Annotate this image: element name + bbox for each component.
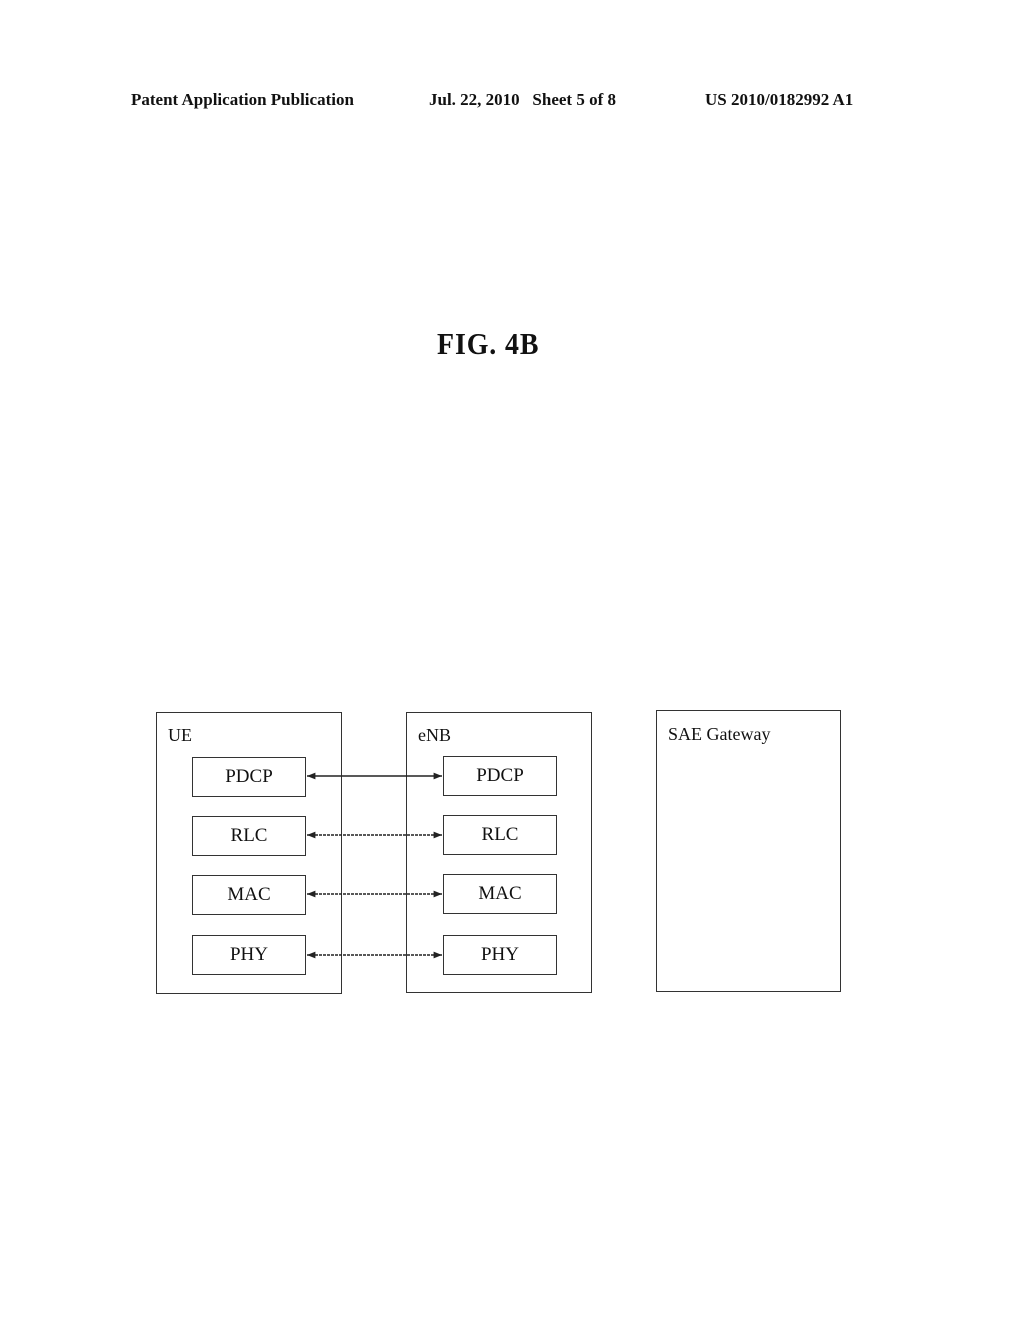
- ue-rlc-layer: RLC: [192, 816, 306, 856]
- ue-pdcp-layer: PDCP: [192, 757, 306, 797]
- enb-pdcp-layer: PDCP: [443, 756, 557, 796]
- enb-rlc-layer: RLC: [443, 815, 557, 855]
- enb-phy-layer: PHY: [443, 935, 557, 975]
- ue-mac-layer: MAC: [192, 875, 306, 915]
- enb-label: eNB: [418, 725, 451, 745]
- figure-title: FIG. 4B: [437, 326, 540, 361]
- sae-gateway-node: SAE Gateway: [656, 710, 841, 992]
- publication-label: Patent Application Publication: [131, 90, 354, 109]
- sae-gateway-label: SAE Gateway: [668, 724, 771, 744]
- enb-mac-layer: MAC: [443, 874, 557, 914]
- ue-label: UE: [168, 725, 192, 745]
- connections-layer: [307, 772, 442, 959]
- ue-phy-layer: PHY: [192, 935, 306, 975]
- patent-number: US 2010/0182992 A1: [705, 90, 854, 109]
- date-sheet-label: Jul. 22, 2010 Sheet 5 of 8: [429, 90, 616, 109]
